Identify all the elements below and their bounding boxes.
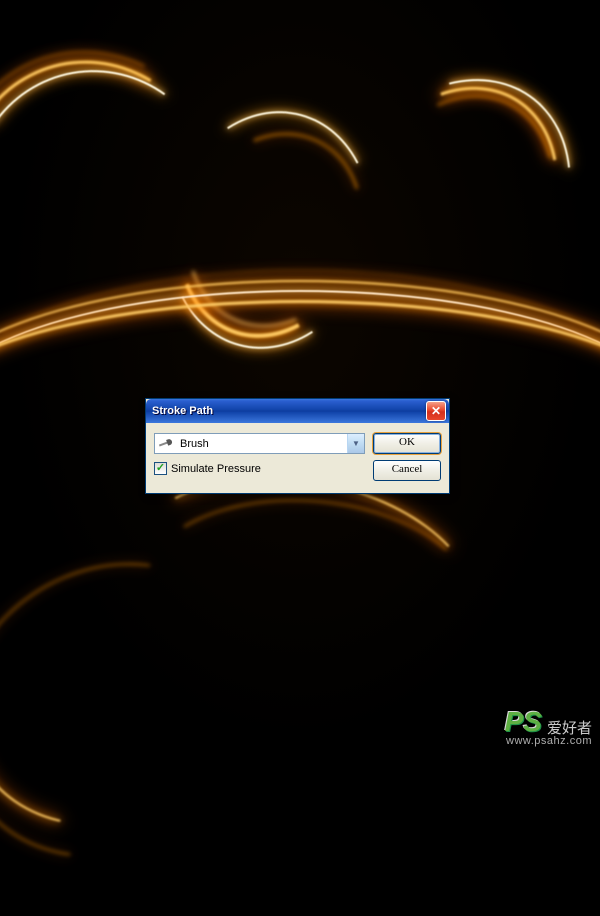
watermark-cn-text: 爱好者 xyxy=(547,721,592,736)
watermark-url: www.psahz.com xyxy=(505,736,592,747)
dialog-title: Stroke Path xyxy=(152,405,426,417)
simulate-pressure-label: Simulate Pressure xyxy=(171,463,261,475)
dialog-right-column: OK Cancel xyxy=(373,433,441,481)
dialog-left-column: Brush ▼ ✓ Simulate Pressure xyxy=(154,433,365,481)
dialog-titlebar[interactable]: Stroke Path ✕ xyxy=(146,399,449,423)
ok-button[interactable]: OK xyxy=(373,433,441,454)
close-icon: ✕ xyxy=(431,404,441,419)
simulate-pressure-checkbox[interactable]: ✓ xyxy=(154,462,167,475)
watermark: PS 爱好者 www.psahz.com xyxy=(505,708,592,747)
dialog-body: Brush ▼ ✓ Simulate Pressure OK Cancel xyxy=(146,423,449,493)
close-button[interactable]: ✕ xyxy=(426,401,446,421)
chevron-down-icon: ▼ xyxy=(347,434,364,453)
canvas-background xyxy=(0,0,600,753)
ok-button-label: OK xyxy=(399,436,415,448)
brush-icon xyxy=(158,437,174,451)
watermark-logo: PS xyxy=(505,708,542,736)
cancel-button-label: Cancel xyxy=(392,463,423,475)
tool-selected-label: Brush xyxy=(180,438,347,450)
stroke-path-dialog: Stroke Path ✕ Brush ▼ ✓ Simulate Pressur… xyxy=(145,398,450,494)
simulate-pressure-row: ✓ Simulate Pressure xyxy=(154,462,365,475)
tool-combobox[interactable]: Brush ▼ xyxy=(154,433,365,454)
cancel-button[interactable]: Cancel xyxy=(373,460,441,481)
